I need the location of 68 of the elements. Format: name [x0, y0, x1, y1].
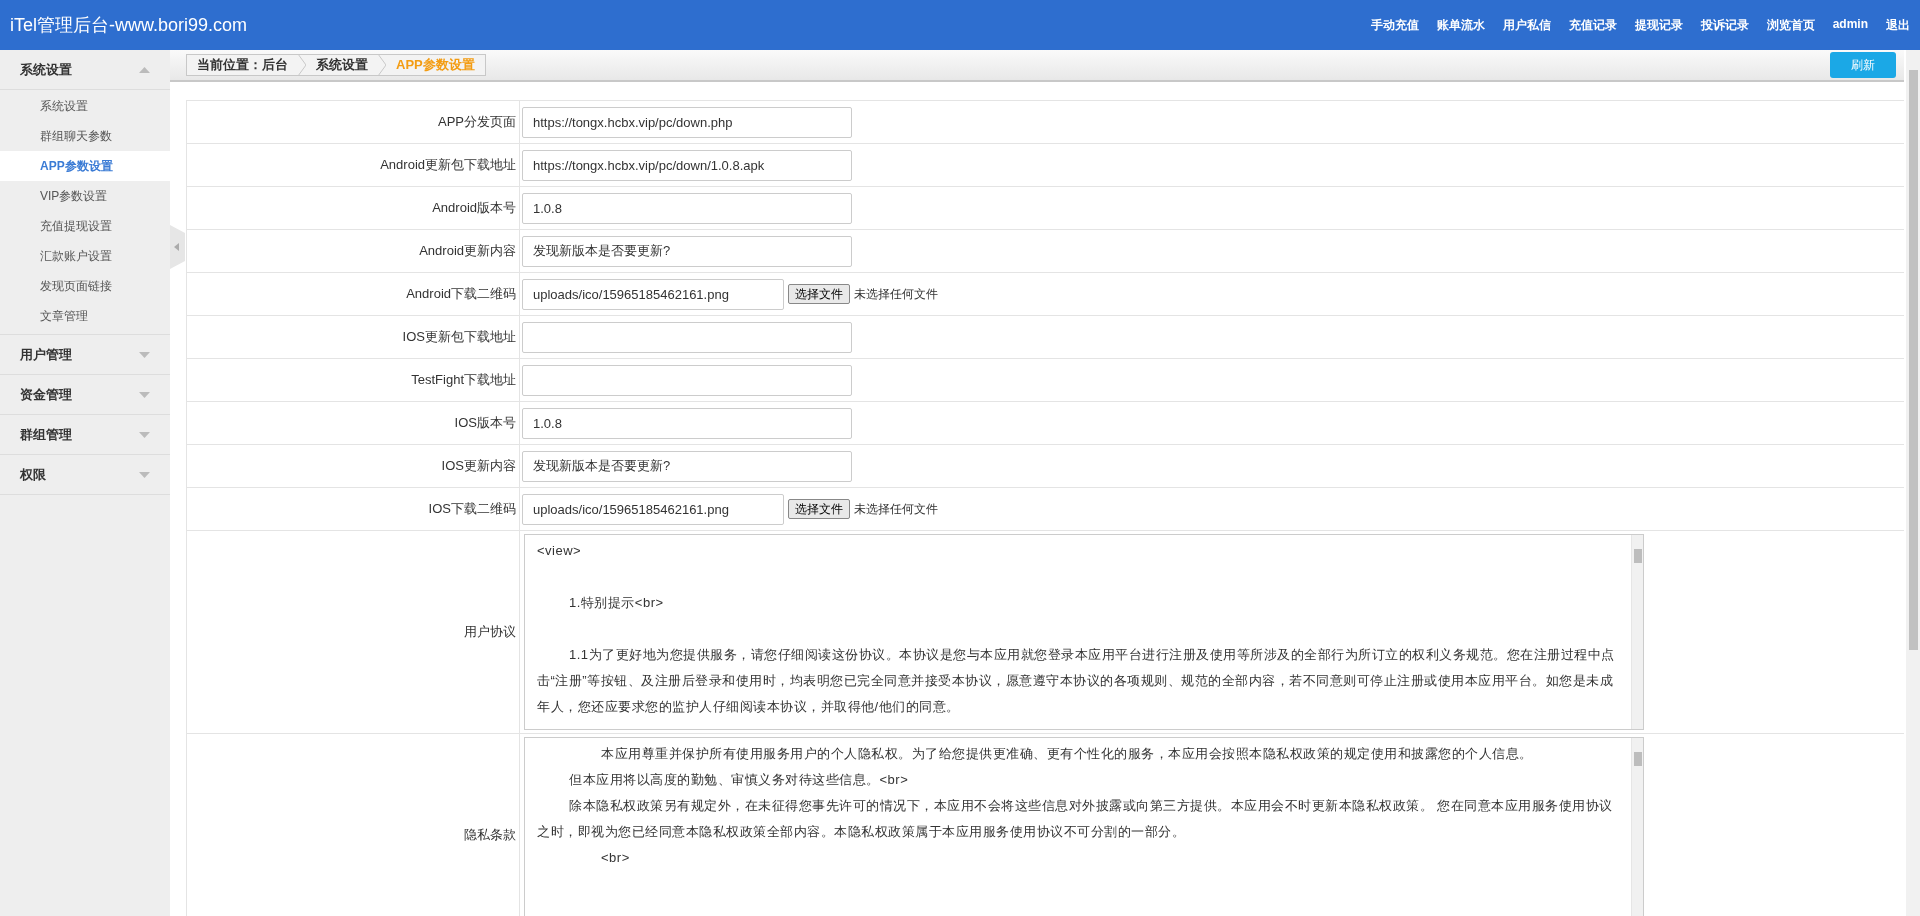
file-status: 未选择任何文件 — [854, 285, 938, 303]
nav-link[interactable]: 退出 — [1886, 16, 1910, 34]
sidebar-item[interactable]: 群组聊天参数 — [0, 121, 170, 151]
field-label: IOS版本号 — [187, 402, 520, 444]
scrollbar[interactable] — [1631, 535, 1643, 729]
nav-link[interactable]: 提现记录 — [1634, 16, 1683, 34]
nav-link[interactable]: 用户私信 — [1502, 16, 1551, 34]
field-label: TestFight下载地址 — [187, 359, 520, 401]
sidebar-item[interactable]: VIP参数设置 — [0, 181, 170, 211]
text-field[interactable]: 发现新版本是否要更新? — [522, 235, 852, 267]
field-label: 隐私条款 — [187, 734, 520, 916]
text-field[interactable]: uploads/ico/15965185462161.png — [522, 493, 784, 525]
nav-link[interactable]: 充值记录 — [1568, 16, 1617, 34]
nav-link[interactable]: 投诉记录 — [1700, 16, 1749, 34]
field-label: 用户协议 — [187, 531, 520, 733]
text-field[interactable]: uploads/ico/15965185462161.png — [522, 278, 784, 310]
collapse-handle-icon[interactable] — [170, 225, 185, 269]
sidebar-group[interactable]: 群组管理 — [0, 415, 170, 455]
text-field[interactable]: https://tongx.hcbx.vip/pc/down/1.0.8.apk — [522, 149, 852, 181]
caret-down-icon — [139, 431, 150, 438]
field-label: IOS更新包下载地址 — [187, 316, 520, 358]
breadcrumb-item[interactable]: 系统设置 — [306, 56, 378, 74]
text-line: <br> — [600, 849, 631, 867]
sidebar-group[interactable]: 用户管理 — [0, 335, 170, 375]
text-line: 除本隐私权政策另有规定外，在未征得您事先许可的情况下，本应用不会将这些信息对外披露或向第三方提供。本应用会不时更新本隐私权政策。 您在同意本应用服务使用协议之时，即视为您已经同意本隐私权政策全部内容。本隐私权政策属于本应用服务使用协议不可分割的一部分。 — [537, 797, 1614, 841]
text-line: 1.1为了更好地为您提供服务，请您仔细阅读这份协议。本协议是您与本应用就您登录本应用平台进行注册及使用等所涉及的全部行为所订立的权利义务规范。您在注册过程中点击“注册”等按钮、及注册后登录和使用时，均表明您已完全同意并接受本协议，愿意遵守本协议的各项规则、规范的全部内容，若不同意则可停止注册或使用本应用平台。如您是未成年人，您还应要求您的监护人仔细阅读本协议，并取得他/他们的同意。 — [537, 646, 1616, 716]
field-label: Android下载二维码 — [187, 273, 520, 315]
sidebar-item[interactable]: 系统设置 — [0, 91, 170, 121]
caret-down-icon — [139, 391, 150, 398]
scrollbar[interactable] — [1631, 738, 1643, 916]
text-line: 但本应用将以高度的勤勉、审慎义务对待这些信息。<br> — [568, 771, 910, 789]
nav-link[interactable]: admin — [1832, 16, 1868, 34]
text-line: 1.特别提示<br> — [568, 594, 665, 612]
text-field[interactable]: 1.0.8 — [522, 407, 852, 439]
field-label: IOS下载二维码 — [187, 488, 520, 530]
sidebar-item[interactable]: 汇款账户设置 — [0, 241, 170, 271]
field-label: IOS更新内容 — [187, 445, 520, 487]
caret-up-icon — [139, 66, 150, 73]
text-field[interactable] — [522, 364, 852, 396]
site-title: iTel管理后台-www.bori99.com — [10, 14, 248, 37]
page-scrollbar[interactable] — [1906, 50, 1920, 916]
sidebar-group[interactable]: 权限 — [0, 455, 170, 495]
field-label: Android版本号 — [187, 187, 520, 229]
text-line: 本应用尊重并保护所有使用服务用户的个人隐私权。为了给您提供更准确、更有个性化的服务，本应用会按照本隐私权政策的规定使用和披露您的个人信息。 — [600, 745, 1534, 763]
text-field[interactable]: 发现新版本是否要更新? — [522, 450, 852, 482]
nav-link[interactable]: 手动充值 — [1370, 16, 1419, 34]
nav-link[interactable]: 账单流水 — [1436, 16, 1485, 34]
text-line: <view> — [537, 542, 583, 560]
field-label: Android更新内容 — [187, 230, 520, 272]
text-area[interactable] — [524, 534, 1644, 730]
caret-down-icon — [139, 351, 150, 358]
choose-file-button[interactable]: 选择文件 — [788, 499, 850, 519]
text-area[interactable] — [524, 737, 1644, 916]
choose-file-button[interactable]: 选择文件 — [788, 284, 850, 304]
field-label: APP分发页面 — [187, 101, 520, 143]
sidebar-item[interactable]: 发现页面链接 — [0, 271, 170, 301]
file-status: 未选择任何文件 — [854, 500, 938, 518]
caret-down-icon — [139, 471, 150, 478]
sidebar-item[interactable]: 文章管理 — [0, 301, 170, 331]
sidebar-group[interactable]: 资金管理 — [0, 375, 170, 415]
nav-link[interactable]: 浏览首页 — [1766, 16, 1815, 34]
field-label: Android更新包下载地址 — [187, 144, 520, 186]
text-field[interactable]: 1.0.8 — [522, 192, 852, 224]
sidebar-item[interactable]: 充值提现设置 — [0, 211, 170, 241]
breadcrumb-item: 当前位置：后台 — [196, 56, 289, 74]
sidebar-item[interactable]: APP参数设置 — [0, 151, 170, 181]
text-field[interactable]: https://tongx.hcbx.vip/pc/down.php — [522, 106, 852, 138]
text-field[interactable] — [522, 321, 852, 353]
